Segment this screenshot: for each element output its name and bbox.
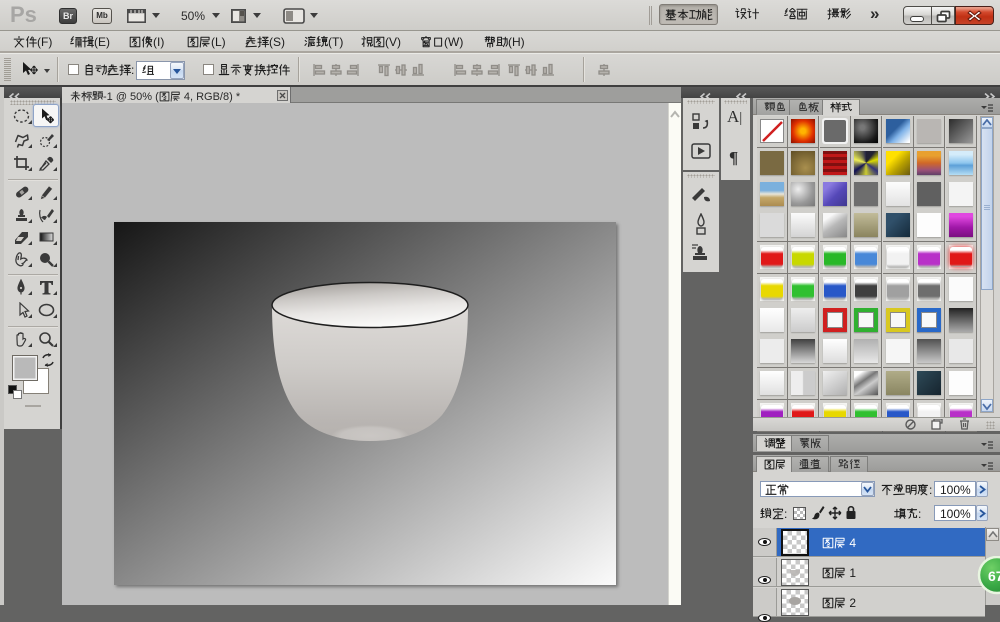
svg-text:67: 67 [988, 568, 1000, 584]
